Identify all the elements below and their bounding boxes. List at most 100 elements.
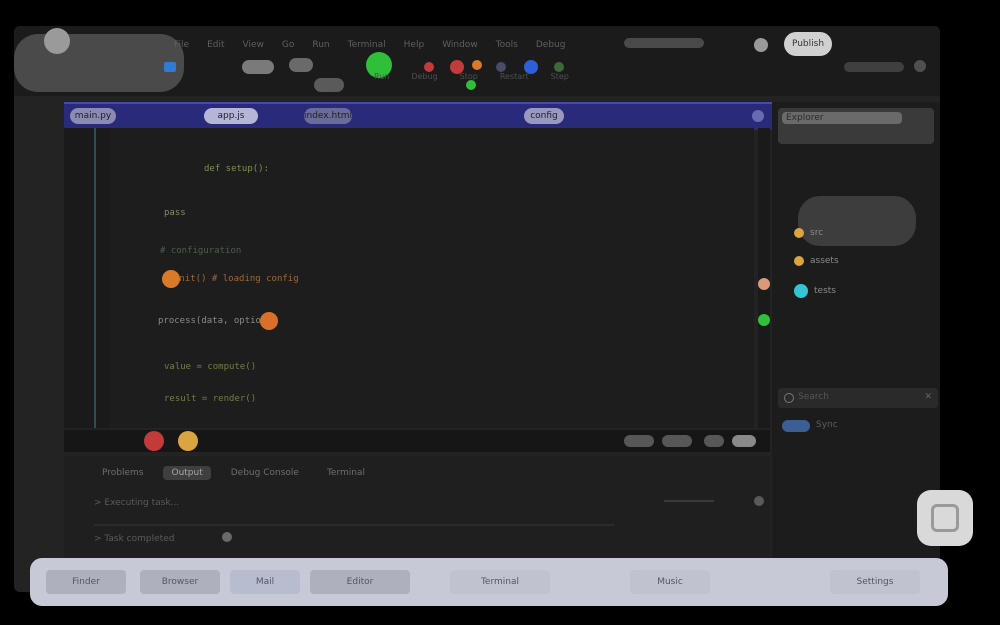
stop-icon[interactable] — [424, 62, 434, 72]
branch-icon[interactable] — [554, 62, 564, 72]
tree-item-src[interactable]: src — [794, 228, 823, 238]
sub-item[interactable]: Stop — [460, 72, 478, 81]
dock-item[interactable]: Editor — [310, 570, 410, 594]
menu-item[interactable]: Run — [312, 40, 329, 50]
code-line: def setup(): — [204, 164, 270, 174]
editor-status-bar — [64, 430, 770, 452]
tab-index[interactable]: index.html — [304, 108, 352, 124]
panel-tab[interactable]: Terminal — [319, 466, 373, 480]
window-icon — [931, 504, 959, 532]
warning-count-icon[interactable] — [178, 431, 198, 451]
close-icon[interactable]: ✕ — [924, 392, 932, 402]
close-panel-icon[interactable] — [754, 496, 764, 506]
sub-item[interactable]: Run — [374, 72, 389, 81]
code-line: init() # loading config — [174, 274, 299, 284]
code-line: # configuration — [160, 246, 242, 256]
panel-tab-active[interactable]: Output — [163, 466, 211, 480]
overview-marker-added — [758, 314, 770, 326]
step-icon[interactable] — [496, 62, 506, 72]
panel-divider — [664, 500, 714, 502]
menu-item[interactable]: File — [174, 40, 189, 50]
split-editor-icon[interactable] — [752, 110, 764, 122]
tree-highlight — [798, 196, 916, 246]
status-pill[interactable] — [732, 435, 756, 447]
pause-icon[interactable] — [472, 60, 482, 70]
status-pill[interactable] — [624, 435, 654, 447]
toolbar-button[interactable] — [289, 58, 313, 72]
status-pill[interactable] — [662, 435, 692, 447]
dock-item[interactable]: Settings — [830, 570, 920, 594]
code-line: value = compute() — [164, 362, 257, 372]
panel-cursor-icon — [222, 532, 232, 542]
tab-active[interactable]: app.js — [204, 108, 258, 124]
menu-item[interactable]: Tools — [496, 40, 518, 50]
tab-main[interactable]: main.py — [70, 108, 116, 124]
tree-item-assets[interactable]: assets — [794, 256, 839, 266]
search-placeholder: Search — [798, 392, 829, 402]
publish-button[interactable]: Publish — [784, 32, 832, 56]
gutter-indicator — [94, 128, 96, 428]
dock-item[interactable]: Browser — [140, 570, 220, 594]
menu-item[interactable]: Window — [442, 40, 478, 50]
floating-action-button[interactable] — [917, 490, 973, 546]
menu-icon[interactable] — [914, 60, 926, 72]
panel-output-line: > Executing task... — [94, 498, 180, 508]
toolbar-button[interactable] — [314, 78, 344, 92]
tree-item-tests[interactable]: tests — [794, 284, 836, 298]
dock-item[interactable]: Mail — [230, 570, 300, 594]
panel-tabs: Problems Output Debug Console Terminal — [94, 466, 373, 480]
search-icon — [784, 393, 794, 403]
error-icon[interactable] — [144, 431, 164, 451]
right-sidebar: Explorer src assets tests Search ✕ Sync — [772, 102, 940, 592]
sync-toggle[interactable] — [782, 420, 810, 432]
panel-output-line: > Task completed — [94, 534, 175, 544]
folder-icon — [794, 228, 804, 238]
menu-item[interactable]: Debug — [536, 40, 566, 50]
sidebar-header: Explorer — [778, 108, 934, 144]
menu-item[interactable]: Terminal — [348, 40, 386, 50]
folder-icon — [794, 256, 804, 266]
top-toolbar: File Edit View Go Run Terminal Help Wind… — [14, 26, 940, 96]
dock-item[interactable]: Finder — [46, 570, 126, 594]
tab-config[interactable]: config — [524, 108, 564, 124]
taskbar-dock: Finder Browser Mail Editor Terminal Musi… — [30, 558, 948, 606]
editor-tab-bar: main.py app.js index.html config — [64, 102, 776, 130]
status-pill — [624, 38, 704, 48]
menu-bar: File Edit View Go Run Terminal Help Wind… — [174, 40, 565, 50]
sub-item[interactable]: Debug — [411, 72, 437, 81]
panel-tab[interactable]: Debug Console — [223, 466, 307, 480]
toolbar-subrow: Run Debug Stop Restart Step — [374, 72, 569, 81]
toolbar-button[interactable] — [242, 60, 274, 74]
warning-icon[interactable] — [260, 312, 278, 330]
menu-item[interactable]: Help — [404, 40, 425, 50]
app-logo — [14, 28, 184, 92]
menu-item[interactable]: View — [243, 40, 264, 50]
code-line: pass — [164, 208, 186, 218]
dock-item[interactable]: Terminal — [450, 570, 550, 594]
dock-item[interactable]: Music — [630, 570, 710, 594]
status-ok-icon — [466, 80, 476, 90]
tree-item-label: assets — [810, 256, 839, 266]
account-pill[interactable] — [844, 62, 904, 72]
overview-marker-warning — [758, 278, 770, 290]
line-gutter — [64, 128, 110, 428]
menu-item[interactable]: Edit — [207, 40, 224, 50]
logo-dot — [44, 28, 70, 54]
tree-item-label: src — [810, 228, 824, 238]
panel-tab[interactable]: Problems — [94, 466, 151, 480]
lightbulb-icon[interactable] — [162, 270, 180, 288]
code-editor[interactable]: def setup(): pass # configuration init()… — [64, 128, 754, 428]
sub-item[interactable]: Restart — [500, 72, 529, 81]
status-pill[interactable] — [704, 435, 724, 447]
sub-item[interactable]: Step — [551, 72, 569, 81]
app-window: File Edit View Go Run Terminal Help Wind… — [14, 26, 940, 592]
menu-item[interactable]: Go — [282, 40, 294, 50]
folder-icon — [794, 284, 808, 298]
tree-item-label: tests — [814, 286, 836, 296]
sidebar-search-input[interactable]: Search ✕ — [778, 388, 938, 408]
editor-scrollbar[interactable] — [758, 128, 770, 428]
code-line: result = render() — [164, 394, 257, 404]
panel-divider — [94, 524, 614, 526]
settings-icon[interactable] — [754, 38, 768, 52]
toggle-label: Sync — [816, 420, 838, 430]
